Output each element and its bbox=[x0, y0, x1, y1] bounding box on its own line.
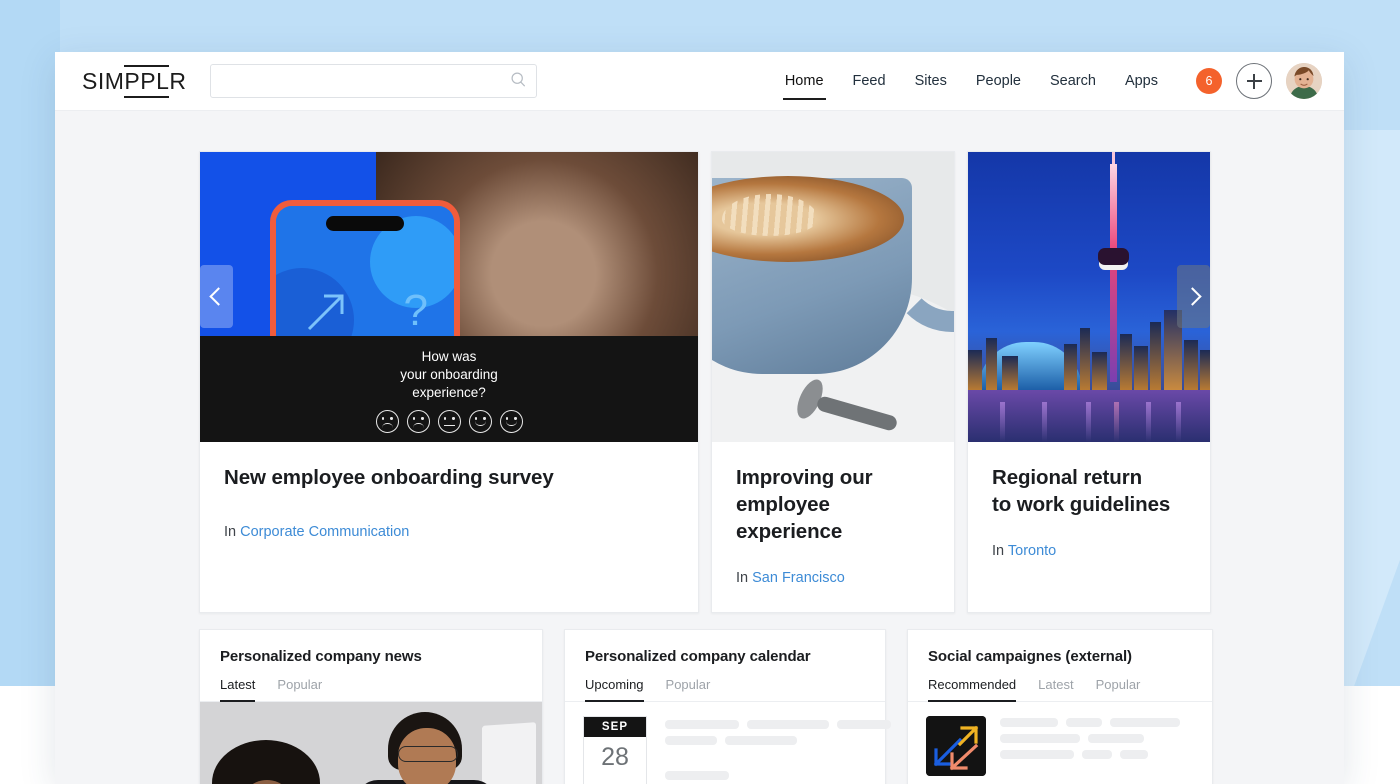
nav-item-apps[interactable]: Apps bbox=[1125, 52, 1158, 110]
chevron-left-icon bbox=[208, 287, 228, 306]
event-day: 28 bbox=[601, 743, 629, 772]
event-month: SEP bbox=[584, 717, 646, 738]
logo-part-sim: SIM bbox=[82, 67, 125, 94]
survey-overlay: How was your onboarding experience? bbox=[200, 336, 698, 442]
title-line-2: to work guidelines bbox=[992, 493, 1171, 517]
carousel-card-body: Improving our employee experience In San… bbox=[712, 442, 954, 612]
search-input[interactable] bbox=[210, 66, 536, 96]
avatar[interactable] bbox=[1286, 63, 1322, 99]
widget-tabs: Upcoming Popular bbox=[565, 665, 885, 703]
site-link[interactable]: Corporate Communication bbox=[240, 524, 409, 540]
tab-popular[interactable]: Popular bbox=[277, 677, 322, 701]
coffee-cup-graphic bbox=[712, 152, 954, 442]
logo-part-r: R bbox=[169, 67, 187, 94]
carousel-prev-button[interactable] bbox=[200, 265, 233, 328]
widget-tabs: Recommended Latest Popular bbox=[908, 665, 1212, 703]
title-line-2: employee experience bbox=[736, 493, 843, 544]
tab-popular[interactable]: Popular bbox=[1096, 677, 1141, 701]
create-plus-icon[interactable] bbox=[1236, 63, 1272, 99]
page-content: ? How was your onboarding experience? Ne… bbox=[55, 111, 1344, 784]
widget-body bbox=[908, 702, 1212, 784]
tab-upcoming[interactable]: Upcoming bbox=[585, 677, 644, 703]
carousel-card-title: Regional return to work guidelines bbox=[992, 464, 1186, 518]
site-link[interactable]: San Francisco bbox=[752, 570, 845, 586]
date-chip: SEP 28 bbox=[583, 716, 647, 784]
app-window: SIM PPL R Home Feed Sites People Search Ap… bbox=[55, 52, 1344, 784]
chevron-right-icon bbox=[1182, 287, 1202, 306]
carousel-card-image bbox=[712, 152, 954, 442]
logo-part-ppl: PPL bbox=[124, 64, 170, 98]
in-label: In bbox=[992, 543, 1005, 560]
survey-question-line3: experience? bbox=[412, 384, 486, 400]
search-box[interactable] bbox=[209, 64, 537, 98]
widget-body bbox=[200, 702, 542, 784]
widget-title: Personalized company news bbox=[220, 648, 422, 666]
notification-badge[interactable]: 6 bbox=[1196, 68, 1222, 94]
question-mark-icon: ? bbox=[403, 286, 428, 335]
simpplr-logo[interactable]: SIM PPL R bbox=[82, 64, 187, 98]
widgets-row: Personalized company news Latest Popular bbox=[55, 613, 1344, 784]
survey-question-line2: your onboarding bbox=[400, 366, 498, 382]
logo-part-pp: PP bbox=[124, 67, 157, 94]
carousel-card-image: ? How was your onboarding experience? bbox=[200, 152, 698, 442]
carousel-card-image bbox=[968, 152, 1210, 442]
tab-latest[interactable]: Latest bbox=[1038, 677, 1073, 701]
carousel-next-button[interactable] bbox=[1177, 265, 1210, 328]
carousel-card-title: Improving our employee experience bbox=[736, 464, 930, 545]
onboarding-survey-graphic: ? How was your onboarding experience? bbox=[200, 152, 698, 442]
carousel-card-body: New employee onboarding survey In Corpor… bbox=[200, 442, 698, 566]
tab-latest[interactable]: Latest bbox=[220, 677, 256, 703]
widget-body: SEP 28 NOV bbox=[565, 702, 891, 784]
face-very-happy-icon[interactable] bbox=[499, 410, 523, 434]
hero-carousel: ? How was your onboarding experience? Ne… bbox=[55, 111, 1344, 614]
main-nav: Home Feed Sites People Search Apps bbox=[782, 52, 1158, 110]
nav-item-search[interactable]: Search bbox=[1050, 52, 1096, 110]
nav-item-sites[interactable]: Sites bbox=[915, 52, 947, 110]
carousel-card-employee-experience[interactable]: Improving our employee experience In San… bbox=[711, 151, 955, 614]
site-link[interactable]: Toronto bbox=[1008, 543, 1056, 559]
tab-recommended[interactable]: Recommended bbox=[928, 677, 1017, 703]
arrow-up-right-icon bbox=[304, 288, 350, 334]
widget-tabs: Latest Popular bbox=[200, 665, 542, 703]
search-icon[interactable] bbox=[510, 72, 526, 87]
widget-social-campaigns: Social campaignes (external) Recommended… bbox=[907, 629, 1213, 784]
top-bar-tools: 6 bbox=[1196, 63, 1322, 99]
widget-title: Personalized company calendar bbox=[585, 648, 811, 666]
in-label: In bbox=[224, 524, 237, 541]
carousel-card-meta: In Toronto bbox=[992, 543, 1186, 559]
title-line-1: Regional return bbox=[992, 466, 1142, 489]
face-happy-icon[interactable] bbox=[468, 410, 492, 434]
widget-personalized-company-calendar: Personalized company calendar Upcoming P… bbox=[564, 629, 891, 784]
carousel-card-return-to-work[interactable]: Regional return to work guidelines In To… bbox=[967, 151, 1211, 614]
social-post-row[interactable] bbox=[908, 702, 1212, 784]
bg-band-left bbox=[0, 0, 60, 686]
survey-rating-faces bbox=[200, 410, 698, 434]
top-navigation-bar: SIM PPL R Home Feed Sites People Search Ap… bbox=[55, 52, 1344, 111]
carousel-card-onboarding[interactable]: ? How was your onboarding experience? Ne… bbox=[199, 151, 699, 614]
tab-popular[interactable]: Popular bbox=[666, 677, 711, 701]
news-article-image[interactable] bbox=[200, 702, 542, 784]
carousel-card-meta: In San Francisco bbox=[736, 570, 930, 586]
carousel-card-body: Regional return to work guidelines In To… bbox=[968, 442, 1210, 585]
widget-personalized-company-news: Personalized company news Latest Popular bbox=[199, 629, 543, 784]
carousel-card-meta: In Corporate Communication bbox=[224, 524, 674, 540]
carousel-card-title: New employee onboarding survey bbox=[224, 466, 554, 489]
face-very-sad-icon[interactable] bbox=[375, 410, 399, 434]
toronto-skyline-graphic bbox=[968, 152, 1210, 442]
title-line-1: Improving our bbox=[736, 466, 873, 489]
social-post-placeholder-lines bbox=[1000, 716, 1194, 776]
survey-question-line1: How was bbox=[421, 349, 477, 364]
widget-title: Social campaignes (external) bbox=[928, 648, 1132, 666]
colleagues-photo-graphic bbox=[200, 702, 542, 784]
in-label: In bbox=[736, 570, 749, 587]
face-sad-icon[interactable] bbox=[406, 410, 430, 434]
face-neutral-icon[interactable] bbox=[437, 410, 461, 434]
social-post-thumbnail bbox=[926, 716, 986, 777]
event-placeholder-lines bbox=[665, 716, 891, 784]
nav-item-feed[interactable]: Feed bbox=[853, 52, 886, 110]
logo-part-l: L bbox=[156, 67, 170, 94]
nav-item-people[interactable]: People bbox=[976, 52, 1021, 110]
nav-item-home[interactable]: Home bbox=[782, 52, 826, 110]
calendar-event-row[interactable]: SEP 28 bbox=[565, 702, 891, 784]
